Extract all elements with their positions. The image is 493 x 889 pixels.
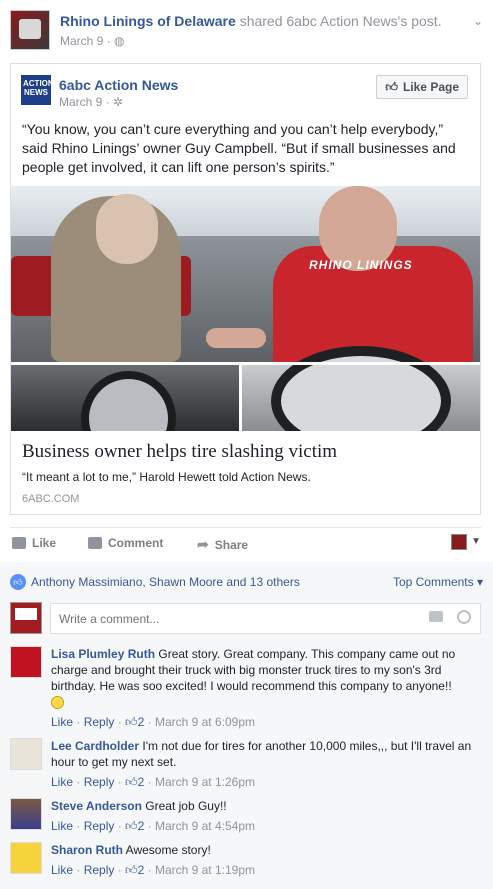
thumbs-up-icon: 👍︎ xyxy=(385,79,398,94)
comment-likes-count[interactable]: 2 xyxy=(138,863,145,877)
comment-like-link[interactable]: Like xyxy=(51,775,73,789)
post-as-avatar[interactable] xyxy=(451,534,467,550)
comment-reply-link[interactable]: Reply xyxy=(84,819,115,833)
comment-text: Awesome story! xyxy=(125,843,211,857)
commenter-avatar[interactable] xyxy=(10,842,42,874)
comment-body: Steve Anderson Great job Guy!! Like · Re… xyxy=(51,798,481,834)
comment-time[interactable]: March 9 at 1:26pm xyxy=(155,775,255,789)
news-post-date[interactable]: March 9 xyxy=(59,95,102,109)
composer-avatar xyxy=(10,602,42,634)
comment-time[interactable]: March 9 at 6:09pm xyxy=(155,715,255,729)
news-post-meta: March 9 · ✲ xyxy=(59,95,123,109)
news-avatar[interactable]: ACTION NEWS xyxy=(21,75,54,105)
comment-likes-count[interactable]: 2 xyxy=(138,775,145,789)
comment-reply-link[interactable]: Reply xyxy=(84,863,115,877)
comment-body: Lisa Plumley Ruth Great story. Great com… xyxy=(51,646,481,730)
emoji-icon[interactable] xyxy=(457,610,471,624)
comments-section: 👍︎ Anthony Massimiano, Shawn Moore and 1… xyxy=(0,562,493,889)
globe-icon: · ◍ xyxy=(106,34,125,48)
post-header: Rhino Linings of Delaware shared 6abc Ac… xyxy=(10,10,483,52)
comment-likes-icon[interactable]: 👍︎ xyxy=(125,715,138,729)
like-page-button[interactable]: 👍︎ Like Page xyxy=(376,75,468,99)
post-quote: “You know, you can’t cure everything and… xyxy=(22,121,456,175)
author-link[interactable]: Rhino Linings of Delaware xyxy=(60,13,236,29)
thumbs-up-icon xyxy=(12,537,26,549)
reactions-row: 👍︎ Anthony Massimiano, Shawn Moore and 1… xyxy=(10,574,483,590)
speech-bubble-icon xyxy=(88,537,102,549)
comment-label: Comment xyxy=(108,536,164,550)
camera-icon[interactable] xyxy=(429,611,443,622)
comment-input[interactable] xyxy=(50,603,481,634)
comment-likes-count[interactable]: 2 xyxy=(138,819,145,833)
shared-post: ACTION NEWS 6abc Action News March 9 · ✲… xyxy=(10,63,481,515)
comment-actions: Like · Reply · 👍︎2 · March 9 at 1:26pm xyxy=(51,775,256,789)
post-header-text: Rhino Linings of Delaware shared 6abc Ac… xyxy=(60,13,442,29)
commenter-name[interactable]: Sharon Ruth xyxy=(51,843,123,857)
comment-likes-icon[interactable]: 👍︎ xyxy=(125,819,138,833)
share-button[interactable]: ➦ Share xyxy=(197,536,248,553)
commenter-name[interactable]: Lisa Plumley Ruth xyxy=(51,647,155,661)
link-photo[interactable]: RHINO LININGS xyxy=(11,186,480,431)
comment-time[interactable]: March 9 at 1:19pm xyxy=(155,863,255,877)
comment-like-link[interactable]: Like xyxy=(51,863,73,877)
comment-text: Great job Guy!! xyxy=(145,799,227,813)
commenter-avatar[interactable] xyxy=(10,646,42,678)
comment-time[interactable]: March 9 at 4:54pm xyxy=(155,819,255,833)
post-meta: March 9 · ◍ xyxy=(60,34,125,48)
chevron-down-icon[interactable]: ⌄ xyxy=(473,14,483,28)
comment-reply-link[interactable]: Reply xyxy=(84,715,115,729)
page-avatar[interactable] xyxy=(10,10,50,50)
link-domain: 6ABC.COM xyxy=(22,493,80,505)
comment-likes-icon[interactable]: 👍︎ xyxy=(125,775,138,789)
comment-likes-icon[interactable]: 👍︎ xyxy=(125,863,138,877)
comment-like-link[interactable]: Like xyxy=(51,819,73,833)
post-date[interactable]: March 9 xyxy=(60,34,103,48)
commenter-name[interactable]: Lee Cardholder xyxy=(51,739,139,753)
reactors-link[interactable]: Anthony Massimiano, Shawn Moore and 13 o… xyxy=(31,575,300,589)
caret-down-icon[interactable]: ▼ xyxy=(471,536,481,547)
commenter-name[interactable]: Steve Anderson xyxy=(51,799,142,813)
gear-icon: · ✲ xyxy=(105,95,124,109)
action-bar: Like Comment ➦ Share ▼ xyxy=(10,527,481,557)
comment-actions: Like · Reply · 👍︎2 · March 9 at 6:09pm xyxy=(51,715,256,729)
like-button[interactable]: Like xyxy=(12,536,56,550)
link-description: “It meant a lot to me,” Harold Hewett to… xyxy=(22,470,311,484)
comment-reply-link[interactable]: Reply xyxy=(84,775,115,789)
link-title[interactable]: Business owner helps tire slashing victi… xyxy=(22,441,337,463)
news-page-name[interactable]: 6abc Action News xyxy=(59,77,178,93)
comment-actions: Like · Reply · 👍︎2 · March 9 at 1:19pm xyxy=(51,863,256,877)
smile-emoji-icon xyxy=(51,696,64,710)
share-label: Share xyxy=(214,537,249,552)
share-arrow-icon: ➦ xyxy=(197,536,209,552)
commenter-avatar[interactable] xyxy=(10,798,42,830)
comment-actions: Like · Reply · 👍︎2 · March 9 at 4:54pm xyxy=(51,819,256,833)
comment-likes-count[interactable]: 2 xyxy=(138,715,145,729)
like-label: Like xyxy=(32,536,57,550)
like-reaction-icon: 👍︎ xyxy=(10,574,26,590)
comment-body: Lee Cardholder I'm not due for tires for… xyxy=(51,738,481,790)
comment-like-link[interactable]: Like xyxy=(51,715,73,729)
top-comments-dropdown[interactable]: Top Comments ▾ xyxy=(393,575,483,589)
comment-body: Sharon Ruth Awesome story! Like · Reply … xyxy=(51,842,481,878)
shirt-logo: RHINO LININGS xyxy=(309,258,413,272)
shared-text: shared 6abc Action News's post. xyxy=(239,13,442,29)
commenter-avatar[interactable] xyxy=(10,738,42,770)
like-page-label: Like Page xyxy=(402,80,459,94)
comment-composer xyxy=(10,602,481,635)
handshake-image xyxy=(206,328,266,348)
comment-button[interactable]: Comment xyxy=(88,536,163,550)
